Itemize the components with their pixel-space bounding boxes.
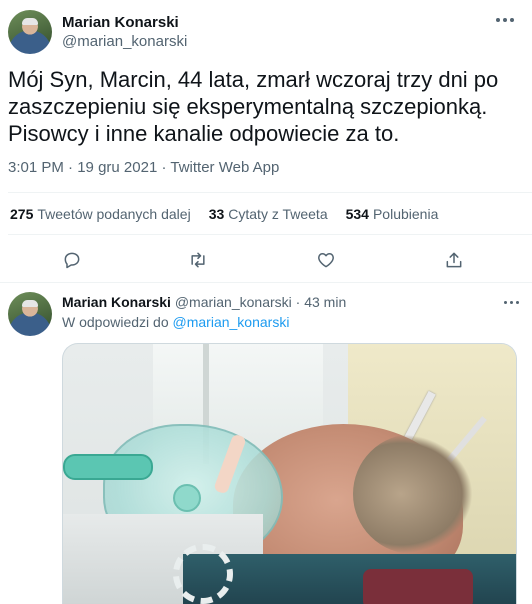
share-button[interactable] (442, 248, 466, 272)
author-avatar[interactable] (8, 10, 52, 54)
tweet-meta: 3:01 PM · 19 gru 2021 · Twitter Web App (8, 159, 279, 176)
photo-cloth (363, 569, 473, 604)
replying-to-handle[interactable]: @marian_konarski (173, 314, 290, 330)
quotes-stat[interactable]: 33 Cytaty z Tweeta (209, 206, 328, 222)
photo-coiled-tube (173, 544, 233, 604)
replying-to: W odpowiedzi do @marian_konarski (62, 314, 289, 330)
tweet-date[interactable]: 19 gru 2021 (77, 159, 157, 176)
like-button[interactable] (314, 248, 338, 272)
more-dot-icon (503, 18, 507, 22)
photo-hair (353, 434, 473, 554)
retweet-icon (191, 252, 205, 268)
likes-label: Polubienia (372, 206, 439, 222)
attached-photo[interactable] (62, 343, 517, 604)
likes-count: 534 (345, 206, 369, 222)
more-dot-icon (496, 18, 500, 22)
reply-separator: · (295, 294, 301, 310)
likes-stat[interactable]: 534 Polubienia (346, 206, 439, 222)
action-bar (0, 248, 532, 272)
meta-separator: · (68, 159, 74, 176)
author-name[interactable]: Marian Konarski (62, 14, 179, 31)
more-options-button[interactable] (490, 10, 520, 30)
tweet-stats: 275 Tweetów podanych dalej 33 Cytaty z Twe… (10, 206, 456, 222)
more-dot-icon (509, 300, 513, 304)
photo-mask-tube-connector (63, 454, 153, 480)
reply-time[interactable]: 43 min (304, 294, 346, 310)
divider (0, 282, 532, 283)
replying-to-prefix: W odpowiedzi do (62, 314, 169, 330)
more-dot-icon (515, 300, 519, 304)
reply-author-name[interactable]: Marian Konarski (62, 294, 171, 310)
photo-mask-valve (173, 484, 201, 512)
retweet-button[interactable] (186, 248, 210, 272)
more-dot-icon (510, 18, 514, 22)
retweets-label: Tweetów podanych dalej (37, 206, 191, 222)
author-handle[interactable]: @marian_konarski (62, 33, 187, 50)
reply-author-handle[interactable]: @marian_konarski (175, 294, 292, 310)
quotes-count: 33 (208, 206, 225, 222)
reply-icon (64, 252, 80, 269)
reply-author-avatar[interactable] (8, 292, 52, 336)
like-icon (318, 253, 334, 268)
divider (8, 234, 532, 235)
retweets-count: 275 (10, 206, 34, 222)
share-icon (446, 252, 462, 268)
reply-more-options-button[interactable] (500, 294, 522, 310)
divider (8, 192, 532, 193)
meta-separator: · (161, 159, 167, 176)
quotes-label: Cytaty z Tweeta (228, 206, 328, 222)
tweet-text: Mój Syn, Marcin, 44 lata, zmarł wczoraj … (8, 67, 499, 146)
reply-button[interactable] (60, 248, 84, 272)
tweet-source[interactable]: Twitter Web App (170, 159, 279, 176)
tweet-time[interactable]: 3:01 PM (8, 159, 64, 176)
reply-header: Marian Konarski @marian_konarski · 43 mi… (62, 294, 346, 310)
retweets-stat[interactable]: 275 Tweetów podanych dalej (10, 206, 191, 222)
more-dot-icon (503, 300, 507, 304)
